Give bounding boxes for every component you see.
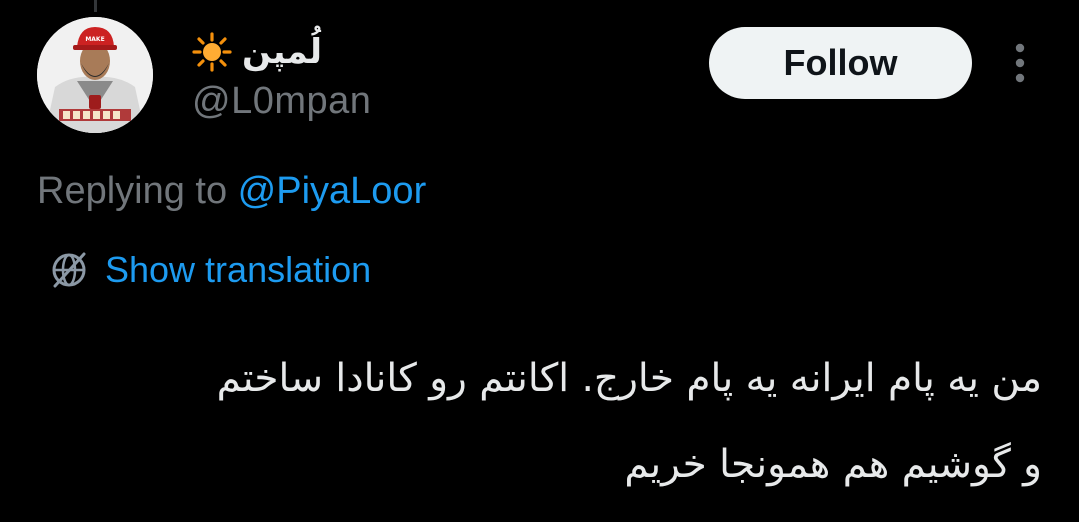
author-display-name[interactable]: لُمپن: [192, 30, 322, 74]
globe-icon: [52, 252, 86, 288]
show-translation-button[interactable]: Show translation: [47, 246, 371, 294]
more-options-button[interactable]: [1000, 38, 1040, 88]
display-name-text: لُمپن: [242, 32, 323, 72]
tweet-text-line: من یه پام ایرانه یه پام خارج. اکانتم رو …: [216, 356, 1042, 401]
follow-button[interactable]: Follow: [709, 27, 972, 99]
show-translation-label: Show translation: [105, 249, 372, 290]
svg-text:MAKE: MAKE: [85, 36, 104, 43]
tweet-text-line: و گوشیم هم همونجا خریم: [624, 442, 1042, 487]
avatar-illustration: MAKE: [37, 17, 153, 133]
thread-connector-line: [94, 0, 97, 12]
more-vertical-icon: [1015, 43, 1025, 83]
reply-target-link[interactable]: @PiyaLoor: [238, 170, 427, 212]
replying-to-prefix: Replying to: [37, 170, 238, 212]
avatar[interactable]: MAKE: [37, 17, 153, 133]
replying-to-line: Replying to @PiyaLoor: [37, 170, 426, 213]
tweet-body: من یه پام ایرانه یه پام خارج. اکانتم رو …: [37, 336, 1042, 508]
author-handle[interactable]: @L0mpan: [192, 80, 371, 123]
sun-icon: [192, 32, 232, 72]
